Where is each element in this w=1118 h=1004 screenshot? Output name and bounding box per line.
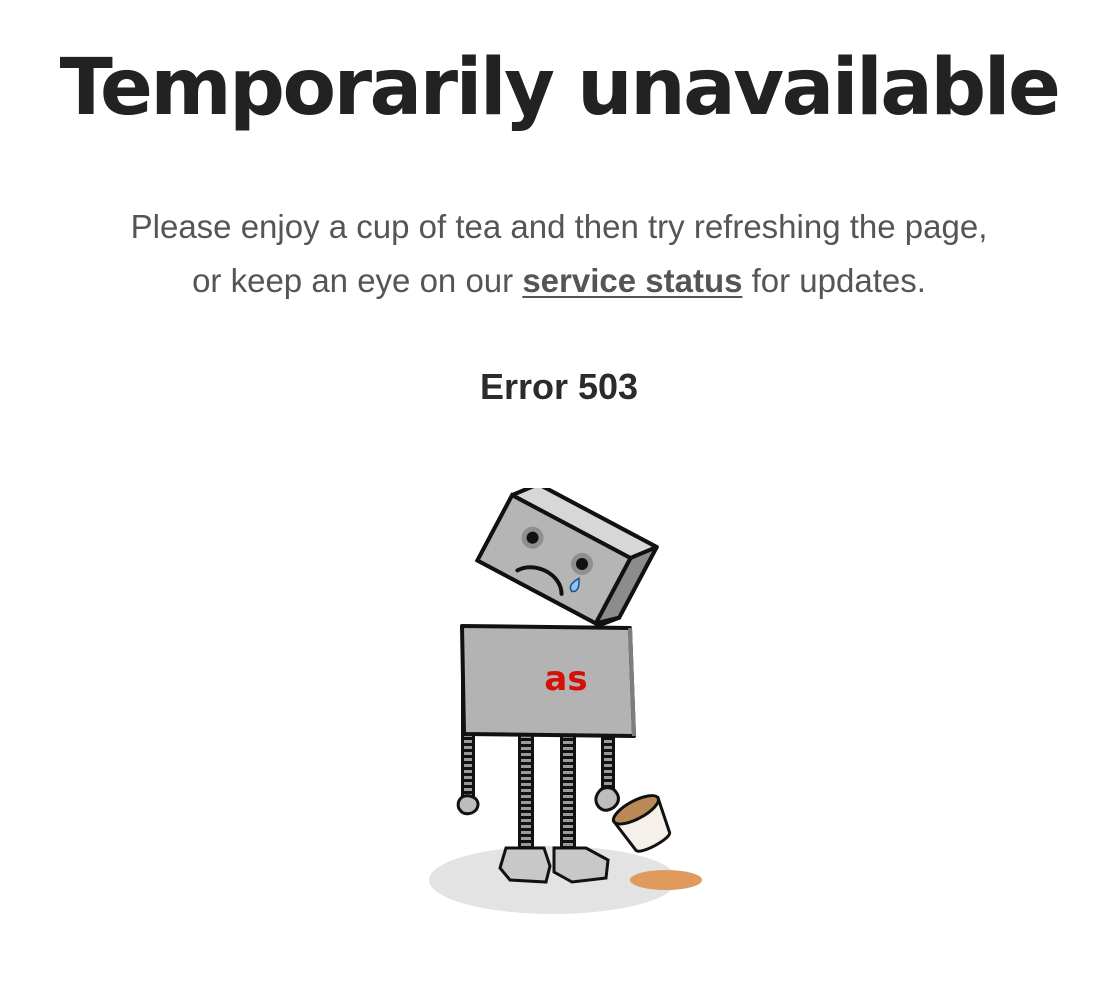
error-page: Temporarily unavailable Please enjoy a c… [0,0,1118,1004]
page-title: Temporarily unavailable [59,43,1061,133]
error-message: Please enjoy a cup of tea and then try r… [0,200,1118,308]
error-code: Error 503 [479,366,639,407]
sad-robot-illustration: as [429,488,702,914]
robot-logo: as [544,659,587,699]
message-line-2-end: for updates. [751,262,926,299]
message-line-1: Please enjoy a cup of tea and then try r… [130,208,988,245]
tea-spill [630,870,702,890]
message-line-2-start: or keep an eye on our [192,262,514,299]
robot-head [474,488,659,628]
legs [518,723,576,850]
robot-body: as [460,624,636,738]
service-status-link[interactable]: service status [522,262,742,299]
